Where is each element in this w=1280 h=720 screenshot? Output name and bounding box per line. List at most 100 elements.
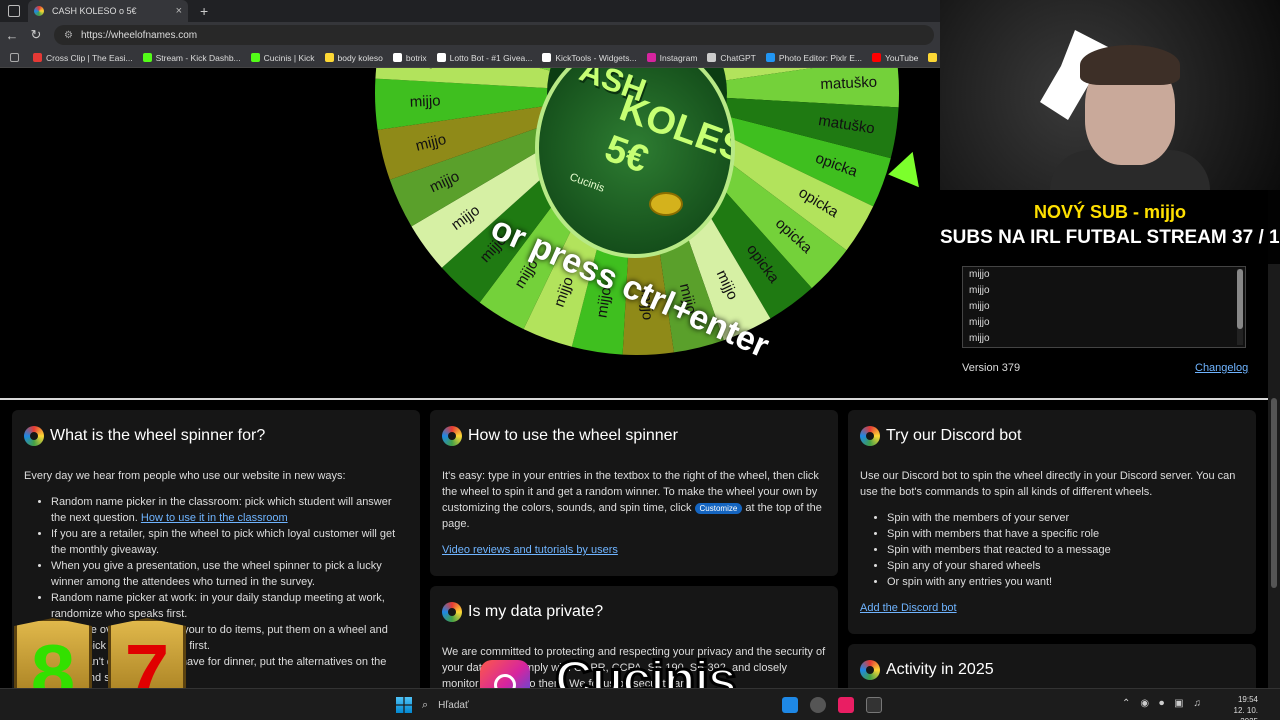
- wheel-logo-icon: [442, 602, 462, 622]
- tab-actions-icon[interactable]: [8, 5, 20, 17]
- list-item: Or spin with any entries you want!: [887, 574, 1244, 590]
- list-item-text: If you are a retailer, spin the wheel to…: [51, 528, 396, 556]
- browser-tab-active[interactable]: CASH KOLESO o 5€ ×: [28, 0, 188, 22]
- list-item: Spin with members that have a specific r…: [887, 526, 1244, 542]
- card-how-to-use: How to use the wheel spinner It's easy: …: [430, 410, 838, 576]
- bookmarks-bar: Cross Clip | The Easi... Stream - Kick Da…: [0, 48, 940, 68]
- taskbar-app-tiktok-icon[interactable]: [838, 697, 854, 713]
- card-title: What is the wheel spinner for?: [50, 427, 266, 444]
- address-bar[interactable]: ⚙ https://wheelofnames.com: [54, 25, 934, 45]
- bookmark-favicon-icon: [872, 53, 881, 62]
- entry-line: mijjo: [969, 285, 990, 296]
- bookmarks-menu-icon[interactable]: [10, 53, 23, 62]
- bookmark-item[interactable]: Cucinis | Kick: [250, 53, 315, 63]
- version-label: Version 379: [962, 362, 1021, 374]
- browser-tab-bar: CASH KOLESO o 5€ × +: [0, 0, 940, 22]
- clock-time: 19:54: [1237, 695, 1258, 704]
- card-intro: Every day we hear from people who use ou…: [24, 470, 346, 482]
- sub-goal: SUBS NA IRL FUTBAL STREAM 37 / 100: [940, 227, 1280, 248]
- list-item: Spin any of your shared wheels: [887, 558, 1244, 574]
- card-title: Activity in 2025: [886, 661, 994, 678]
- card-title-row: How to use the wheel spinner: [442, 426, 826, 446]
- site-info-icon[interactable]: ⚙: [64, 30, 73, 41]
- changelog-link[interactable]: Changelog: [1195, 362, 1248, 374]
- taskbar-app-studio-icon[interactable]: [866, 697, 882, 713]
- card-title-row: What is the wheel spinner for?: [24, 426, 408, 446]
- card-title: How to use the wheel spinner: [468, 427, 678, 444]
- section-divider: [0, 398, 1268, 400]
- bookmark-item[interactable]: Instagram: [646, 53, 697, 63]
- taskbar-app-store-icon[interactable]: [782, 697, 798, 713]
- card-title: Try our Discord bot: [886, 427, 1022, 444]
- streamer-hair: [1080, 45, 1180, 85]
- page-scrollbar-thumb[interactable]: [1271, 398, 1277, 588]
- webcam-feed: [940, 0, 1280, 190]
- url-text: https://wheelofnames.com: [80, 29, 198, 41]
- bookmark-label: Cross Clip | The Easi...: [46, 52, 133, 63]
- list-item: If you are a retailer, spin the wheel to…: [51, 526, 408, 558]
- wheel-logo-icon: [860, 660, 880, 680]
- bookmark-item[interactable]: ChatGPT: [707, 53, 756, 63]
- tab-close-icon[interactable]: ×: [176, 5, 182, 17]
- bookmark-favicon-icon: [250, 53, 260, 62]
- entry-line: mijjo: [969, 301, 990, 312]
- bookmark-item[interactable]: Lotto Bot - #1 Givea...: [436, 53, 532, 63]
- card-title-row: Try our Discord bot: [860, 426, 1244, 446]
- bookmark-label: botrix: [405, 52, 427, 63]
- wheel-logo-icon: [860, 426, 880, 446]
- list-item-text: Random name picker at work: in your dail…: [51, 592, 385, 620]
- search-placeholder: Hľadať: [438, 699, 469, 711]
- bookmark-item[interactable]: botrix: [392, 52, 427, 63]
- taskbar-clock[interactable]: 19:54 12. 10. 2025: [1222, 694, 1258, 720]
- entries-textbox[interactable]: mijjo mijjo mijjo mijjo mijjo: [962, 266, 1246, 348]
- taskbar-search[interactable]: ⌕ Hľadať: [422, 695, 552, 715]
- list-item: Spin with members that reacted to a mess…: [887, 542, 1244, 558]
- use-case-list: Random name picker in the classroom: pic…: [51, 494, 408, 686]
- wheel-segment-label: mijjo: [409, 92, 441, 110]
- list-item: When you give a presentation, use the wh…: [51, 558, 408, 590]
- screen: CASH KOLESO o 5€ × + ← ↻ ⚙ https://wheel…: [0, 0, 1280, 720]
- customize-chip[interactable]: Customize: [694, 503, 743, 514]
- bookmark-favicon-icon: [765, 53, 775, 62]
- tab-title: CASH KOLESO o 5€: [52, 6, 137, 16]
- bookmark-item[interactable]: KickTools - Widgets...: [542, 53, 637, 63]
- entry-line: mijjo: [969, 269, 990, 280]
- list-item-text: If you are overwhelmed by your to do ite…: [51, 624, 388, 652]
- bookmark-item[interactable]: Photo Editor: Pixlr E...: [765, 52, 862, 63]
- back-icon[interactable]: ←: [0, 28, 24, 43]
- system-tray-icons[interactable]: ⌃◉⏺▣♫: [1122, 698, 1211, 709]
- coin-icon: [649, 192, 683, 216]
- wheel-pointer-icon: [885, 151, 919, 193]
- clock-date: 12. 10. 2025: [1233, 706, 1258, 720]
- list-item: If you can't decide what to have for din…: [51, 654, 408, 686]
- bookmark-item[interactable]: Cross Clip | The Easi...: [33, 53, 133, 63]
- video-reviews-link[interactable]: Video reviews and tutorials by users: [442, 544, 618, 556]
- card-body: It's easy: type in your entries in the t…: [442, 468, 826, 532]
- bookmark-item[interactable]: Rem: [928, 53, 940, 63]
- taskbar-app-obs-icon[interactable]: [810, 697, 826, 713]
- entries-scrollbar-thumb[interactable]: [1237, 269, 1243, 329]
- bookmark-favicon-icon: [646, 53, 656, 62]
- bookmark-item[interactable]: YouTube: [872, 53, 918, 63]
- card-title: Is my data private?: [468, 603, 604, 620]
- bookmark-label: Photo Editor: Pixlr E...: [778, 52, 862, 63]
- bookmark-item[interactable]: body koleso: [324, 53, 383, 63]
- add-discord-bot-link[interactable]: Add the Discord bot: [860, 602, 957, 614]
- wheel-segment-label: matuško: [820, 74, 877, 93]
- wheel-logo-icon: [442, 426, 462, 446]
- bookmark-label: Stream - Kick Dashb...: [155, 52, 241, 63]
- bookmark-favicon-icon: [142, 53, 152, 62]
- entries-scrollbar[interactable]: [1237, 269, 1243, 345]
- reload-icon[interactable]: ↻: [24, 27, 48, 43]
- windows-start-icon[interactable]: [396, 697, 412, 713]
- bookmark-favicon-icon: [928, 53, 938, 62]
- bookmark-label: YouTube: [885, 52, 919, 63]
- card-title-row: Is my data private?: [442, 602, 826, 622]
- card-body: Use our Discord bot to spin the wheel di…: [860, 470, 1236, 498]
- wheel-logo-icon: [24, 426, 44, 446]
- new-tab-icon[interactable]: +: [200, 3, 208, 19]
- entry-line: mijjo: [969, 317, 990, 328]
- bookmark-item[interactable]: Stream - Kick Dashb...: [142, 52, 241, 63]
- classroom-howto-link[interactable]: How to use it in the classroom: [141, 512, 288, 524]
- entry-line: mijjo: [969, 333, 990, 344]
